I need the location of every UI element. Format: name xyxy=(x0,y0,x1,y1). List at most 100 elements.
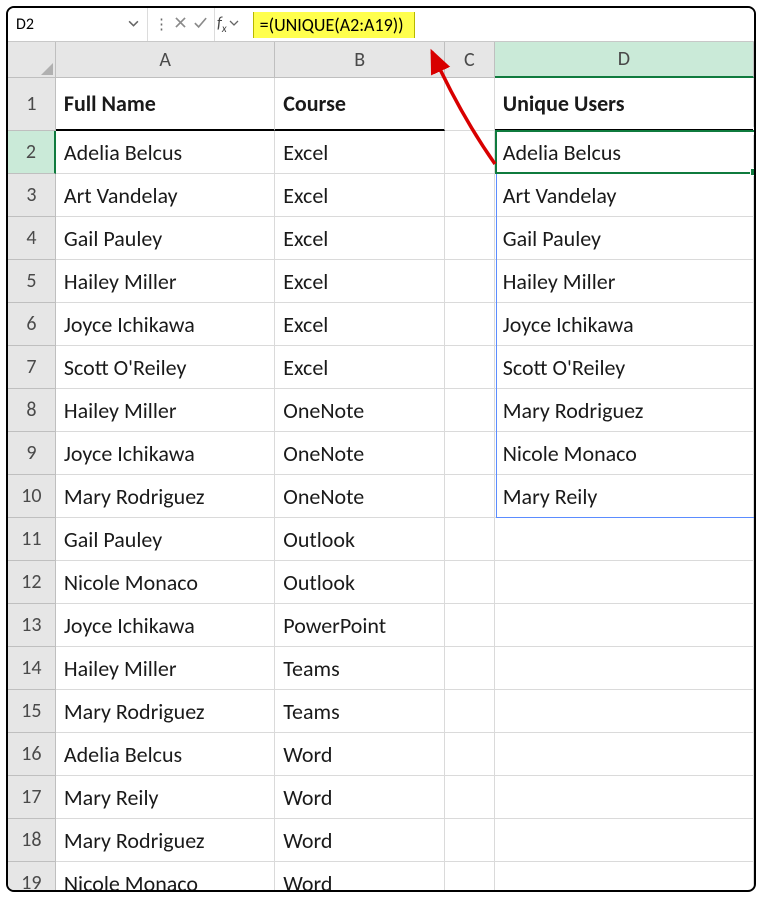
cell-unique[interactable]: Mary Rodriguez xyxy=(495,389,754,432)
cell-unique[interactable] xyxy=(495,518,754,561)
cell-course[interactable]: OneNote xyxy=(275,475,445,518)
row-header[interactable]: 13 xyxy=(8,604,56,647)
cell-fullname[interactable]: Nicole Monaco xyxy=(56,561,275,604)
cell[interactable] xyxy=(445,733,495,776)
cell-fullname[interactable]: Adelia Belcus xyxy=(56,131,275,174)
column-header-A[interactable]: A xyxy=(56,42,275,78)
cell-course[interactable]: Excel xyxy=(275,260,445,303)
chevron-down-icon[interactable] xyxy=(128,15,139,34)
cell-course[interactable]: Excel xyxy=(275,217,445,260)
cell-course[interactable]: Word xyxy=(275,733,445,776)
cell-unique[interactable]: Art Vandelay xyxy=(495,174,754,217)
cell[interactable] xyxy=(445,217,495,260)
cell[interactable] xyxy=(445,647,495,690)
cell-unique[interactable]: Adelia Belcus xyxy=(495,131,754,174)
row-header[interactable]: 11 xyxy=(8,518,56,561)
header-cell-unique[interactable]: Unique Users xyxy=(495,78,754,131)
cell-course[interactable]: Teams xyxy=(275,690,445,733)
enter-icon[interactable] xyxy=(193,15,208,35)
row-header[interactable]: 19 xyxy=(8,862,56,892)
cell-course[interactable]: Word xyxy=(275,819,445,862)
cell-course[interactable]: Excel xyxy=(275,303,445,346)
cell-course[interactable]: OneNote xyxy=(275,389,445,432)
cell[interactable] xyxy=(445,604,495,647)
cell[interactable] xyxy=(445,303,495,346)
cell-unique[interactable]: Nicole Monaco xyxy=(495,432,754,475)
cell[interactable] xyxy=(445,131,495,174)
cell-unique[interactable]: Hailey Miller xyxy=(495,260,754,303)
header-cell-fullname[interactable]: Full Name xyxy=(56,78,275,131)
cell-unique[interactable]: Gail Pauley xyxy=(495,217,754,260)
cell-unique[interactable] xyxy=(495,862,754,892)
cell[interactable] xyxy=(445,78,495,131)
cell-fullname[interactable]: Joyce Ichikawa xyxy=(56,303,275,346)
cell[interactable] xyxy=(445,174,495,217)
cell-fullname[interactable]: Joyce Ichikawa xyxy=(56,604,275,647)
cell[interactable] xyxy=(445,561,495,604)
cell-course[interactable]: Outlook xyxy=(275,518,445,561)
cell-unique[interactable]: Joyce Ichikawa xyxy=(495,303,754,346)
cell-course[interactable]: Word xyxy=(275,776,445,819)
row-header[interactable]: 18 xyxy=(8,819,56,862)
cell-fullname[interactable]: Hailey Miller xyxy=(56,389,275,432)
row-header[interactable]: 16 xyxy=(8,733,56,776)
cell-unique[interactable] xyxy=(495,776,754,819)
cell[interactable] xyxy=(445,690,495,733)
row-header[interactable]: 2 xyxy=(8,131,56,174)
cell[interactable] xyxy=(445,432,495,475)
row-header[interactable]: 12 xyxy=(8,561,56,604)
cell-fullname[interactable]: Joyce Ichikawa xyxy=(56,432,275,475)
cell-unique[interactable]: Scott O'Reiley xyxy=(495,346,754,389)
cell[interactable] xyxy=(445,819,495,862)
cell-fullname[interactable]: Scott O'Reiley xyxy=(56,346,275,389)
row-header[interactable]: 10 xyxy=(8,475,56,518)
cell-fullname[interactable]: Hailey Miller xyxy=(56,647,275,690)
row-header[interactable]: 7 xyxy=(8,346,56,389)
fill-handle[interactable] xyxy=(753,127,756,135)
row-header[interactable]: 15 xyxy=(8,690,56,733)
cell-unique[interactable] xyxy=(495,819,754,862)
cell-unique[interactable] xyxy=(495,561,754,604)
row-header[interactable]: 1 xyxy=(8,78,56,131)
column-header-B[interactable]: B xyxy=(275,42,445,78)
cancel-icon[interactable] xyxy=(174,16,187,34)
row-header[interactable]: 14 xyxy=(8,647,56,690)
cell-unique[interactable]: Mary Reily xyxy=(495,475,754,518)
row-header[interactable]: 6 xyxy=(8,303,56,346)
cell[interactable] xyxy=(445,518,495,561)
cell-unique[interactable] xyxy=(495,733,754,776)
row-header[interactable]: 9 xyxy=(8,432,56,475)
row-header[interactable]: 5 xyxy=(8,260,56,303)
cell[interactable] xyxy=(445,260,495,303)
cell-course[interactable]: Teams xyxy=(275,647,445,690)
cell-course[interactable]: Outlook xyxy=(275,561,445,604)
row-header[interactable]: 4 xyxy=(8,217,56,260)
cell-unique[interactable] xyxy=(495,647,754,690)
column-header-C[interactable]: C xyxy=(445,42,495,78)
column-header-D[interactable]: D xyxy=(495,42,754,78)
name-box[interactable]: D2 xyxy=(8,8,148,41)
cell-fullname[interactable]: Gail Pauley xyxy=(56,217,275,260)
spreadsheet-grid[interactable]: A B C D 1Full NameCourseUnique Users2Ade… xyxy=(8,42,754,892)
cell-unique[interactable] xyxy=(495,604,754,647)
cell[interactable] xyxy=(445,475,495,518)
cell[interactable] xyxy=(445,776,495,819)
cell-fullname[interactable]: Adelia Belcus xyxy=(56,733,275,776)
cell-unique[interactable] xyxy=(495,690,754,733)
cell[interactable] xyxy=(445,862,495,892)
formula-input[interactable]: =(UNIQUE(A2:A19)) xyxy=(245,8,754,41)
row-header[interactable]: 8 xyxy=(8,389,56,432)
cell-fullname[interactable]: Mary Rodriguez xyxy=(56,475,275,518)
fx-button[interactable]: fx xyxy=(215,8,245,41)
cell-course[interactable]: Word xyxy=(275,862,445,892)
cell-fullname[interactable]: Mary Rodriguez xyxy=(56,819,275,862)
chevron-down-icon[interactable] xyxy=(229,18,239,32)
cell-course[interactable]: Excel xyxy=(275,346,445,389)
cell-fullname[interactable]: Hailey Miller xyxy=(56,260,275,303)
cell-fullname[interactable]: Art Vandelay xyxy=(56,174,275,217)
cell-course[interactable]: Excel xyxy=(275,131,445,174)
cell[interactable] xyxy=(445,346,495,389)
row-header[interactable]: 17 xyxy=(8,776,56,819)
row-header[interactable]: 3 xyxy=(8,174,56,217)
cell-fullname[interactable]: Nicole Monaco xyxy=(56,862,275,892)
